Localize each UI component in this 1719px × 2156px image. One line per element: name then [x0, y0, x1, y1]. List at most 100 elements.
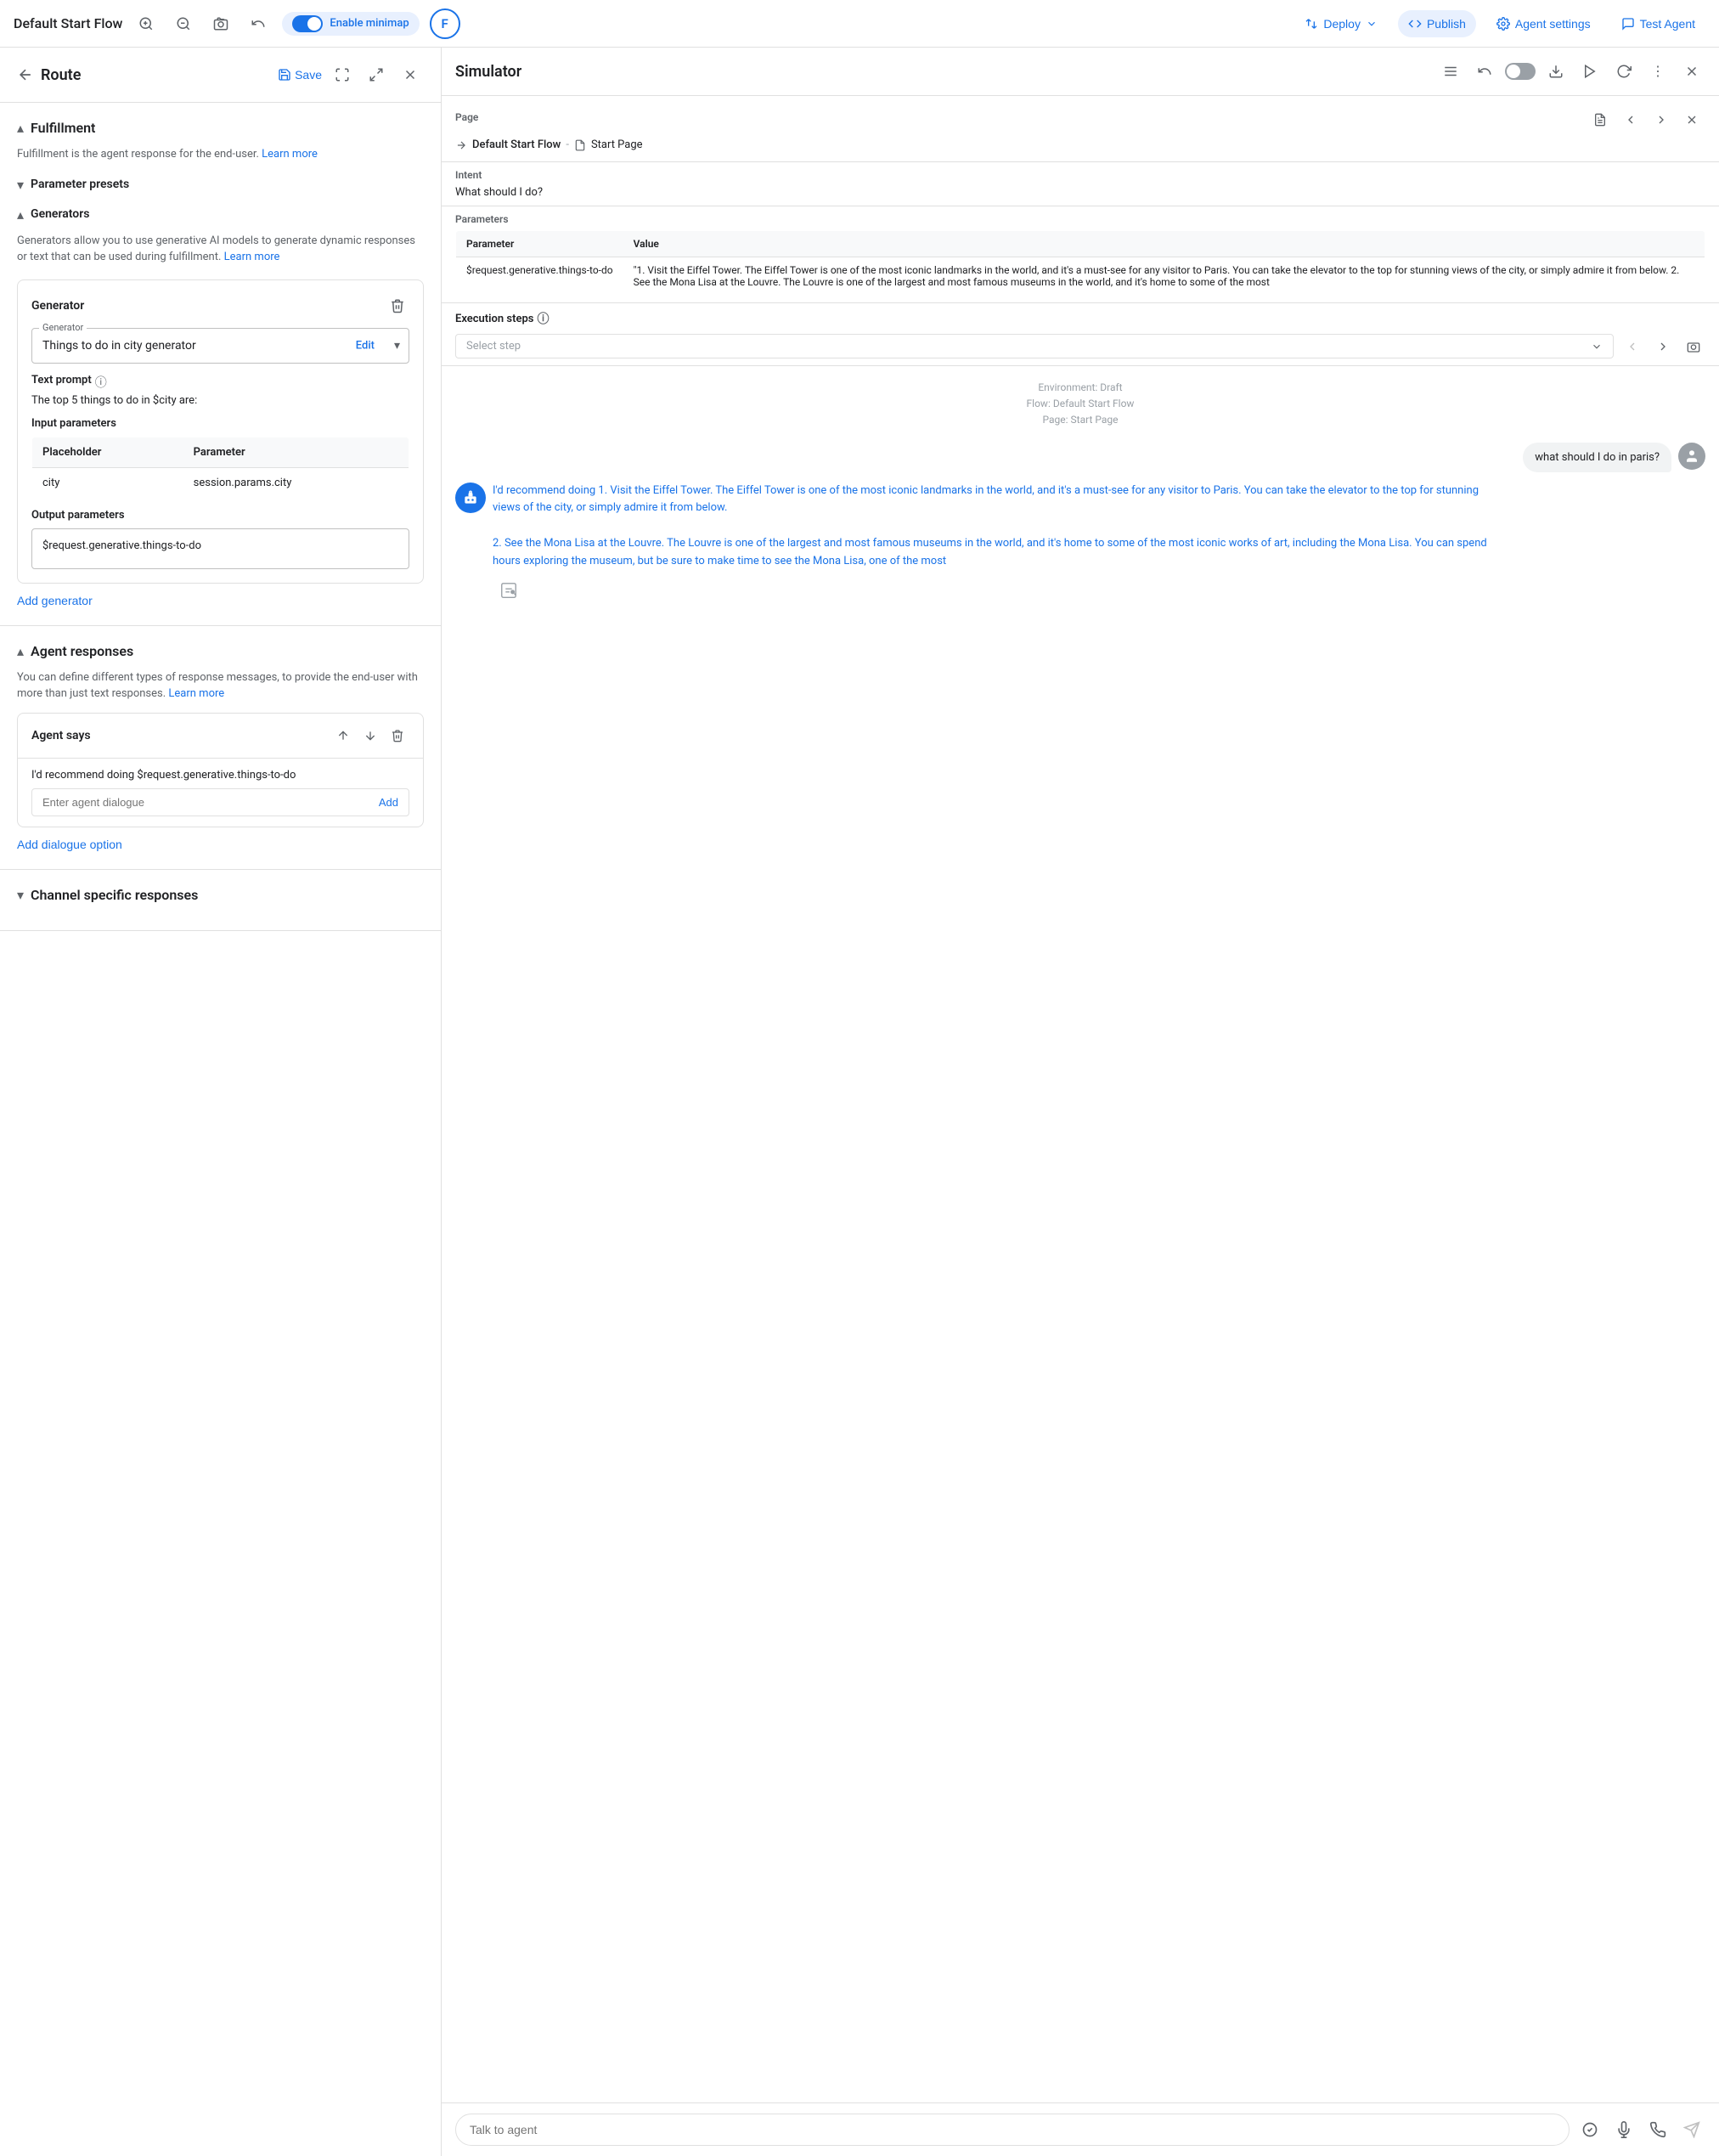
sim-download-btn[interactable] [1542, 58, 1570, 85]
page-info: Default Start Flow - Start Page [455, 138, 1705, 151]
minimap-label: Enable minimap [330, 17, 409, 30]
page-doc-btn[interactable] [1587, 106, 1614, 133]
generator-chevron-icon: ▾ [394, 339, 400, 353]
move-down-btn[interactable] [358, 724, 382, 748]
back-button[interactable] [17, 66, 34, 83]
exec-prev-btn[interactable] [1620, 335, 1644, 358]
page-nav-prev[interactable] [1617, 106, 1644, 133]
select-step-chevron [1591, 341, 1603, 353]
agent-responses-title: Agent responses [31, 643, 133, 659]
exec-next-btn[interactable] [1651, 335, 1675, 358]
text-prompt-value: The top 5 things to do in $city are: [31, 394, 409, 407]
input-placeholder-cell: city [32, 467, 183, 498]
generators-chevron: ▴ [17, 206, 24, 223]
parameters-label: Parameters [455, 213, 1705, 225]
generators-learn-more[interactable]: Learn more [224, 251, 280, 263]
sim-params-table: Parameter Value $request.generative.thin… [455, 230, 1705, 296]
env-info-line2: Flow: Default Start Flow [455, 396, 1705, 412]
fulfillment-learn-more[interactable]: Learn more [262, 148, 318, 161]
sim-chat: Environment: Draft Flow: Default Start F… [442, 366, 1719, 2102]
exec-info-icon: ⓘ [537, 310, 549, 327]
agent-add-btn[interactable]: Add [379, 796, 398, 809]
sim-phone-btn[interactable] [1644, 2116, 1671, 2143]
fullscreen-button[interactable] [329, 61, 356, 88]
channel-responses-chevron: ▾ [17, 887, 24, 903]
sim-toggle[interactable] [1505, 63, 1536, 80]
delete-agent-says-btn[interactable] [386, 724, 409, 748]
fulfillment-title: Fulfillment [31, 120, 95, 136]
add-dialogue-btn[interactable]: Add dialogue option [17, 838, 122, 851]
save-button[interactable]: Save [278, 68, 322, 82]
generator-edit-link[interactable]: Edit [356, 339, 375, 352]
sim-send-btn[interactable] [1678, 2116, 1705, 2143]
fulfillment-chevron: ▴ [17, 120, 24, 136]
deploy-btn[interactable]: Deploy [1294, 10, 1388, 37]
agent-message: I'd recommend doing 1. Visit the Eiffel … [455, 483, 1705, 571]
fulfillment-header[interactable]: ▴ Fulfillment [17, 120, 424, 136]
flow-icon [455, 139, 467, 151]
fulfillment-desc: Fulfillment is the agent response for th… [17, 146, 424, 163]
page-close-btn[interactable] [1678, 106, 1705, 133]
input-parameter-cell: session.params.city [183, 467, 409, 498]
flow-name: Default Start Flow [472, 138, 561, 151]
sim-undo-btn[interactable] [1471, 58, 1498, 85]
agent-says-card: Agent says I'd recommend do [17, 713, 424, 827]
exec-screenshot-btn[interactable] [1682, 335, 1705, 358]
sim-menu-btn[interactable] [1437, 58, 1464, 85]
agent-text: I'd recommend doing $request.generative.… [31, 769, 409, 782]
page-label: Page [455, 111, 478, 123]
sim-refresh-btn[interactable] [1610, 58, 1637, 85]
chat-env-info: Environment: Draft Flow: Default Start F… [455, 380, 1705, 429]
parameter-presets-header[interactable]: ▾ Parameter presets [17, 177, 424, 193]
publish-btn[interactable]: Publish [1398, 10, 1476, 37]
input-params-label: Input parameters [31, 417, 409, 430]
channel-responses-header[interactable]: ▾ Channel specific responses [17, 887, 424, 903]
agent-responses-desc: You can define different types of respon… [17, 669, 424, 703]
page-name: Start Page [591, 138, 643, 151]
intent-value: What should I do? [455, 186, 1705, 199]
camera-btn[interactable] [207, 10, 234, 37]
agent-responses-learn-more[interactable]: Learn more [168, 687, 224, 700]
output-field: $request.generative.things-to-do [31, 528, 409, 569]
right-panel: Simulator ⋮ Page [442, 48, 1719, 2156]
agent-responses-header[interactable]: ▴ Agent responses [17, 643, 424, 659]
resize-button[interactable] [363, 61, 390, 88]
sim-play-btn[interactable] [1576, 58, 1603, 85]
generators-header[interactable]: ▴ Generators [17, 206, 424, 223]
route-title: Route [41, 66, 271, 84]
undo-btn[interactable] [245, 10, 272, 37]
agent-says-actions [331, 724, 409, 748]
sim-close-btn[interactable] [1678, 58, 1705, 85]
agent-settings-btn[interactable]: Agent settings [1486, 10, 1601, 37]
agent-response-text: I'd recommend doing 1. Visit the Eiffel … [493, 484, 1487, 567]
agent-text-bubble: I'd recommend doing 1. Visit the Eiffel … [493, 483, 1493, 571]
sim-more-btn[interactable]: ⋮ [1644, 58, 1671, 85]
route-header: Route Save [0, 48, 441, 103]
add-generator-btn[interactable]: Add generator [17, 594, 93, 607]
sim-export-btn[interactable] [1576, 2116, 1603, 2143]
presets-chevron: ▾ [17, 177, 24, 193]
talk-to-agent-input[interactable] [455, 2114, 1570, 2146]
agent-input-row[interactable]: Add [31, 788, 409, 816]
generator-select[interactable]: Generator Things to do in city generator… [31, 328, 409, 364]
close-button[interactable] [397, 61, 424, 88]
minimap-switch[interactable] [292, 15, 323, 32]
sim-page-section: Page Defaul [442, 96, 1719, 162]
table-row: $request.generative.things-to-do "1. Vis… [456, 257, 1705, 296]
input-params-table: Placeholder Parameter city session.param… [31, 437, 409, 499]
page-nav-next[interactable] [1648, 106, 1675, 133]
minimap-toggle[interactable]: Enable minimap [282, 12, 419, 36]
generators-section: ▴ Generators Generators allow you to use… [17, 206, 424, 608]
sim-mic-btn[interactable] [1610, 2116, 1637, 2143]
agent-dialogue-input[interactable] [42, 796, 372, 809]
intent-label: Intent [455, 169, 1705, 181]
param-value-cell: "1. Visit the Eiffel Tower. The Eiffel T… [623, 257, 1705, 296]
test-agent-btn[interactable]: Test Agent [1611, 10, 1705, 37]
avatar-btn[interactable]: F [430, 8, 460, 39]
sim-intent-section: Intent What should I do? [442, 162, 1719, 206]
select-step-dropdown[interactable]: Select step [455, 334, 1614, 358]
zoom-out-btn[interactable] [170, 10, 197, 37]
zoom-in-btn[interactable] [132, 10, 160, 37]
delete-generator-btn[interactable] [386, 294, 409, 318]
move-up-btn[interactable] [331, 724, 355, 748]
